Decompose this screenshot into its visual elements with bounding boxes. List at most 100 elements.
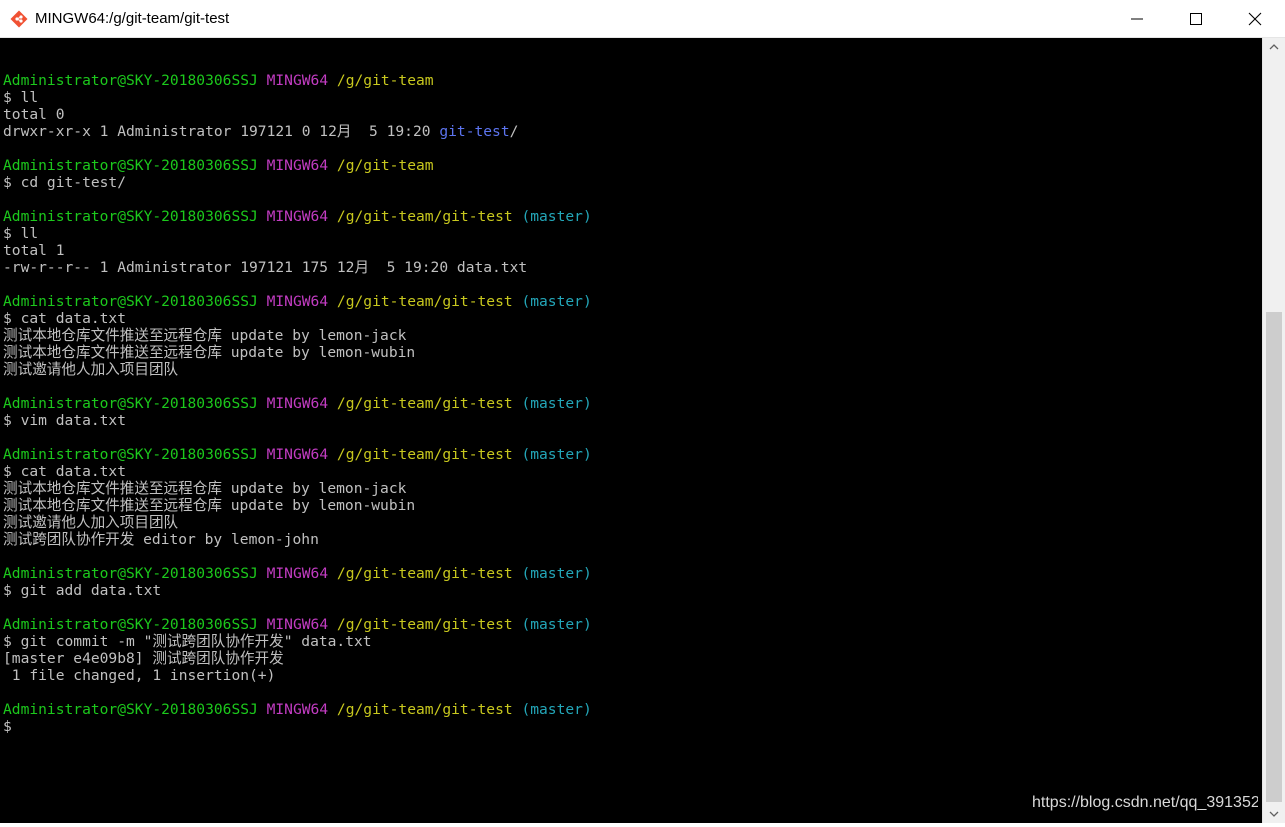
prompt-path: /g/git-team/git-test: [336, 701, 513, 718]
prompt-branch: (master): [521, 565, 592, 582]
minimize-button[interactable]: [1108, 0, 1166, 38]
terminal-window: MINGW64:/g/git-team/git-test Administrat…: [0, 0, 1285, 823]
line-text: 测试本地仓库文件推送至远程仓库 update by lemon-wubin: [3, 497, 416, 514]
prompt-line: Administrator@SKY-20180306SSJ MINGW64 /g…: [3, 293, 592, 310]
prompt-path: /g/git-team/git-test: [336, 565, 513, 582]
line-text: $ git add data.txt: [3, 582, 162, 599]
prompt-line: Administrator@SKY-20180306SSJ MINGW64 /g…: [3, 208, 592, 225]
maximize-button[interactable]: [1167, 0, 1225, 38]
prompt-line: Administrator@SKY-20180306SSJ MINGW64 /g…: [3, 395, 592, 412]
scrollbar-thumb[interactable]: [1266, 312, 1282, 802]
prompt-shell: MINGW64: [266, 293, 329, 310]
prompt-user: Administrator@SKY-20180306SSJ: [3, 446, 258, 463]
prompt-user: Administrator@SKY-20180306SSJ: [3, 293, 258, 310]
prompt-shell: MINGW64: [266, 157, 329, 174]
prompt-user: Administrator@SKY-20180306SSJ: [3, 565, 258, 582]
terminal-output[interactable]: Administrator@SKY-20180306SSJ MINGW64 /g…: [1, 38, 1262, 822]
prompt-branch: (master): [521, 701, 592, 718]
output-line: $ cd git-test/: [3, 174, 592, 191]
prompt-shell: MINGW64: [266, 616, 329, 633]
window-title: MINGW64:/g/git-team/git-test: [35, 10, 230, 27]
prompt-shell: MINGW64: [266, 208, 329, 225]
maximize-icon: [1190, 13, 1202, 25]
chevron-down-icon: [1269, 811, 1279, 817]
prompt-line: Administrator@SKY-20180306SSJ MINGW64 /g…: [3, 72, 592, 89]
title-bar[interactable]: MINGW64:/g/git-team/git-test: [0, 0, 1285, 38]
output-line: 测试邀请他人加入项目团队: [3, 361, 592, 378]
watermark: https://blog.csdn.net/qq_39135287: [1032, 794, 1258, 811]
prompt-path: /g/git-team/git-test: [336, 395, 513, 412]
output-line: total 1: [3, 242, 592, 259]
minimize-icon: [1131, 18, 1143, 20]
prompt-path: /g/git-team/git-test: [336, 446, 513, 463]
git-diamond-icon: [10, 10, 28, 28]
prompt-shell: MINGW64: [266, 395, 329, 412]
chevron-up-icon: [1269, 44, 1279, 50]
line-text: $ git commit -m "测试跨团队协作开发" data.txt: [3, 633, 372, 650]
vertical-scrollbar[interactable]: [1262, 38, 1285, 823]
line-text: drwxr-xr-x 1 Administrator 197121 0 12月 …: [3, 123, 440, 140]
output-line: $ cat data.txt: [3, 310, 592, 327]
prompt-line: Administrator@SKY-20180306SSJ MINGW64 /g…: [3, 157, 592, 174]
line-text: total 0: [3, 106, 65, 123]
output-line: $ vim data.txt: [3, 412, 592, 429]
scroll-down-button[interactable]: [1263, 805, 1285, 823]
close-icon: [1248, 12, 1262, 26]
output-line: total 0: [3, 106, 592, 123]
directory-name: git-test: [439, 123, 510, 140]
output-line: 测试本地仓库文件推送至远程仓库 update by lemon-wubin: [3, 344, 592, 361]
output-line: 测试本地仓库文件推送至远程仓库 update by lemon-wubin: [3, 497, 592, 514]
output-line: $ ll: [3, 89, 592, 106]
line-text: $ ll: [3, 89, 39, 106]
scroll-up-button[interactable]: [1263, 38, 1285, 56]
prompt-path: /g/git-team/git-test: [336, 208, 513, 225]
output-line: $: [3, 718, 592, 735]
prompt-branch: (master): [521, 446, 592, 463]
terminal-text: Administrator@SKY-20180306SSJ MINGW64 /g…: [3, 55, 592, 735]
prompt-line: Administrator@SKY-20180306SSJ MINGW64 /g…: [3, 446, 592, 463]
prompt-line: Administrator@SKY-20180306SSJ MINGW64 /g…: [3, 616, 592, 633]
prompt-user: Administrator@SKY-20180306SSJ: [3, 72, 258, 89]
prompt-user: Administrator@SKY-20180306SSJ: [3, 208, 258, 225]
prompt-user: Administrator@SKY-20180306SSJ: [3, 157, 258, 174]
prompt-path: /g/git-team/git-test: [336, 293, 513, 310]
prompt-shell: MINGW64: [266, 701, 329, 718]
prompt-shell: MINGW64: [266, 565, 329, 582]
output-line: 测试本地仓库文件推送至远程仓库 update by lemon-jack: [3, 327, 592, 344]
output-line: 测试本地仓库文件推送至远程仓库 update by lemon-jack: [3, 480, 592, 497]
prompt-branch: (master): [521, 395, 592, 412]
line-text: total 1: [3, 242, 65, 259]
line-text: [master e4e09b8] 测试跨团队协作开发: [3, 650, 284, 667]
line-text: $: [3, 718, 12, 735]
close-button[interactable]: [1226, 0, 1284, 38]
output-line: $ git commit -m "测试跨团队协作开发" data.txt: [3, 633, 592, 650]
output-line: 测试邀请他人加入项目团队: [3, 514, 592, 531]
line-text: 测试本地仓库文件推送至远程仓库 update by lemon-jack: [3, 480, 407, 497]
output-line: $ git add data.txt: [3, 582, 592, 599]
output-line: drwxr-xr-x 1 Administrator 197121 0 12月 …: [3, 123, 592, 140]
prompt-shell: MINGW64: [266, 446, 329, 463]
prompt-path: /g/git-team: [336, 157, 434, 174]
prompt-user: Administrator@SKY-20180306SSJ: [3, 701, 258, 718]
line-text: $ cat data.txt: [3, 463, 127, 480]
line-text: $ cd git-test/: [3, 174, 127, 191]
prompt-shell: MINGW64: [266, 72, 329, 89]
prompt-user: Administrator@SKY-20180306SSJ: [3, 616, 258, 633]
prompt-branch: (master): [521, 616, 592, 633]
line-text: 测试跨团队协作开发 editor by lemon-john: [3, 531, 319, 548]
line-text: $ cat data.txt: [3, 310, 127, 327]
prompt-branch: (master): [521, 208, 592, 225]
line-text: 测试邀请他人加入项目团队: [3, 361, 179, 378]
prompt-user: Administrator@SKY-20180306SSJ: [3, 395, 258, 412]
line-text: $ vim data.txt: [3, 412, 127, 429]
line-text: 测试邀请他人加入项目团队: [3, 514, 179, 531]
line-text: -rw-r--r-- 1 Administrator 197121 175 12…: [3, 259, 528, 276]
